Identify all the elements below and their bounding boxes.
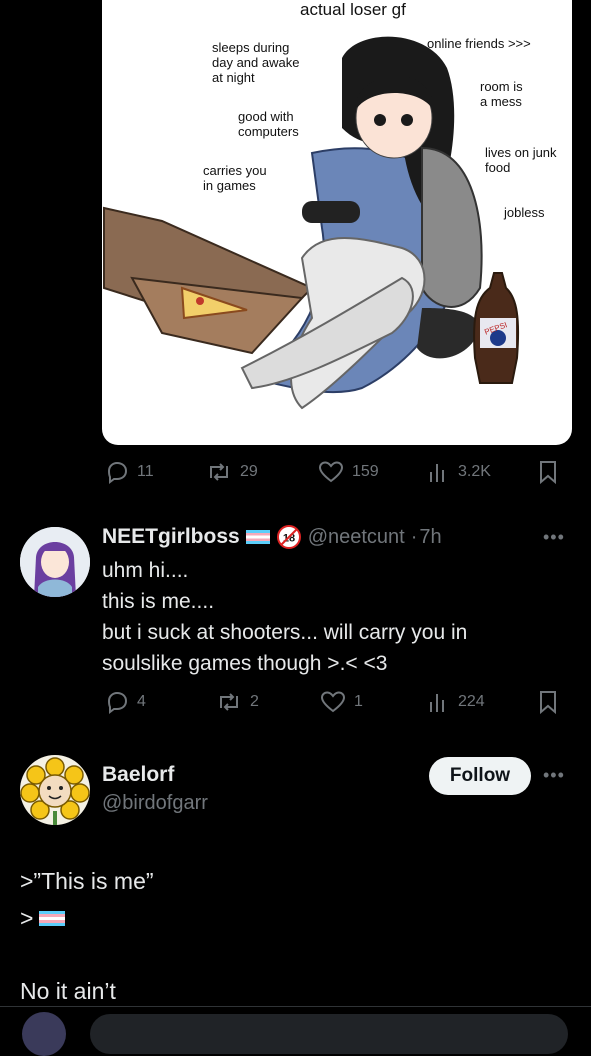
post-image[interactable]: actual loser gf sleeps during day and aw… [102, 0, 572, 445]
views-count: 224 [458, 693, 485, 710]
heart-icon [320, 691, 346, 713]
repost-count: 2 [250, 693, 259, 710]
reply1-line: but i suck at shooters... will carry you… [102, 621, 468, 644]
bookmark-icon[interactable] [538, 689, 558, 715]
reply2-arrow-line: > [20, 905, 66, 932]
avatar-baelorf[interactable] [20, 755, 90, 825]
reply-button[interactable]: 4 [105, 690, 146, 714]
repost-button[interactable]: 2 [216, 690, 259, 714]
views-count: 3.2K [458, 463, 491, 480]
reply2-arrow: > [20, 905, 34, 931]
like-count: 159 [352, 463, 379, 480]
label-online-friends: online friends >>> [427, 36, 531, 51]
follow-button[interactable]: Follow [429, 757, 531, 795]
views-icon [430, 464, 444, 482]
trans-flag-icon [39, 911, 66, 926]
reply-icon [107, 691, 128, 714]
reply1-body: uhm hi.... this is me.... but i suck at … [102, 555, 467, 679]
reply1-handle[interactable]: @neetcunt [308, 526, 405, 549]
divider [0, 1006, 591, 1007]
reply1-time[interactable]: 7h [419, 526, 441, 549]
bookmark-icon[interactable] [538, 459, 558, 485]
avatar-image [20, 527, 90, 597]
repost-button[interactable]: 29 [206, 460, 258, 484]
flower-avatar-icon [20, 755, 90, 825]
repost-icon [210, 463, 228, 481]
label-computers: good with computers [238, 109, 299, 139]
reply2-quote: >”This is me” [20, 868, 154, 894]
avatar-neetgirlboss[interactable] [20, 527, 90, 597]
reply-count: 4 [137, 693, 146, 710]
trans-flag-icon [245, 530, 270, 544]
label-carries: carries you in games [203, 163, 267, 193]
reply1-sep: · [410, 525, 418, 548]
reply2-name[interactable]: Baelorf [102, 763, 174, 787]
like-button[interactable]: 1 [320, 690, 363, 714]
reply-button[interactable]: 11 [105, 460, 154, 484]
current-user-avatar[interactable] [22, 1012, 66, 1056]
views-button[interactable]: 224 [428, 690, 485, 714]
more-options-icon[interactable]: ••• [543, 527, 565, 548]
like-count: 1 [354, 693, 363, 710]
label-jobless: jobless [504, 205, 545, 220]
reply2-last-line: No it ain’t [20, 978, 116, 1004]
reply1-name[interactable]: NEETgirlboss [102, 525, 240, 549]
illustration [103, 36, 520, 410]
reply1-line: this is me.... [102, 590, 215, 613]
views-button[interactable]: 3.2K [428, 460, 491, 484]
reply-compose-input[interactable] [90, 1014, 568, 1054]
reply-icon [107, 461, 128, 484]
views-icon [430, 694, 444, 712]
label-sleeps: sleeps during day and awake at night [212, 40, 300, 85]
heart-icon [318, 461, 344, 483]
like-button[interactable]: 159 [318, 460, 379, 484]
reply-count: 11 [137, 463, 154, 480]
label-room: room is a mess [480, 79, 523, 109]
reply1-line: soulslike games though >.< <3 [102, 652, 388, 675]
reply1-header: NEETgirlboss 18 @neetcunt · 7h [102, 524, 442, 550]
age-badge-icon: 18 [276, 525, 301, 549]
repost-icon [220, 693, 238, 711]
image-title: actual loser gf [300, 0, 406, 19]
repost-count: 29 [240, 463, 258, 480]
label-junk-food: lives on junk food [485, 145, 557, 175]
reply2-handle[interactable]: @birdofgarr [102, 792, 208, 815]
more-options-icon[interactable]: ••• [543, 765, 565, 786]
reply1-line: uhm hi.... [102, 559, 189, 582]
